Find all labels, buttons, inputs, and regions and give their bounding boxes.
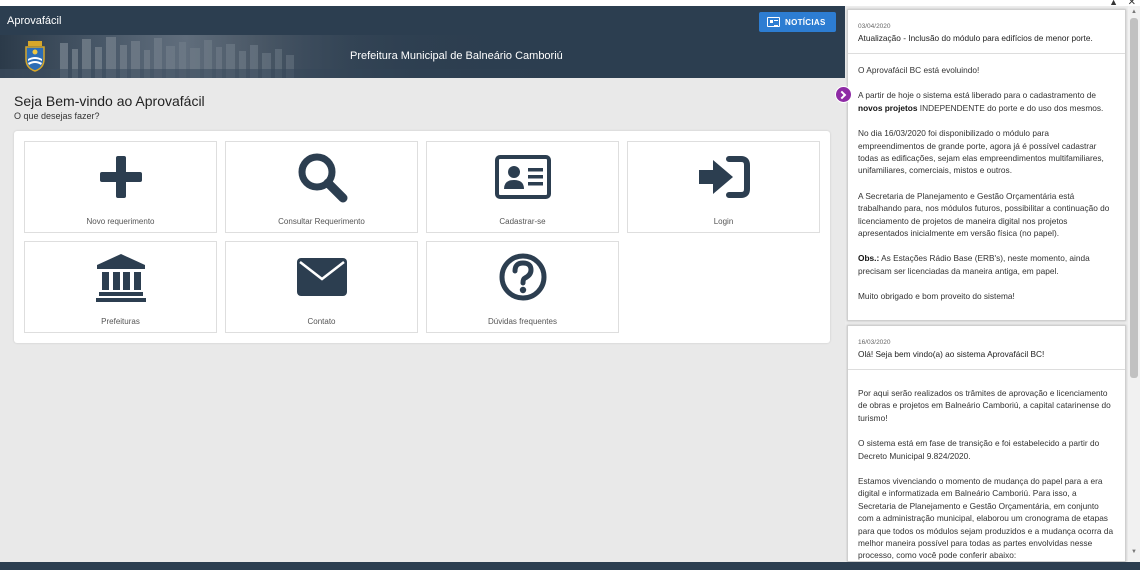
news-body: O Aprovafácil BC está evoluindo! A parti… [848,54,1125,303]
news-paragraph: Por aqui serão realizados os trâmites de… [858,388,1111,423]
news-paragraph: No dia 16/03/2020 foi disponibilizado o … [858,128,1104,176]
news-paragraph: A Secretaria de Planejamento e Gestão Or… [858,190,1110,239]
news-card: 16/03/2020 Olá! Seja bem vindo(a) ao sis… [847,325,1126,562]
tile-label: Login [713,217,734,226]
bank-icon [95,254,146,302]
news-paragraph: Obs.: As Estações Rádio Base (ERB's), ne… [858,253,1090,276]
newspaper-icon [767,17,780,27]
scrollbar-thumb[interactable] [1130,18,1138,378]
question-icon [499,253,546,301]
tile-label: Cadastrar-se [499,217,546,226]
news-paragraph: O Aprovafácil BC está evoluindo! [858,65,980,75]
id-card-icon [494,155,551,199]
scroll-up-icon[interactable]: ▲ [1131,9,1137,15]
scroll-down-icon[interactable]: ▼ [1131,549,1137,555]
tile-label: Dúvidas frequentes [488,317,557,326]
news-paragraph: O sistema está em fase de transição e fo… [858,438,1100,461]
welcome-subtitle: O que desejas fazer? [14,111,100,121]
tile-cadastrar-se[interactable]: Cadastrar-se [426,141,619,233]
news-button-label: NOTÍCIAS [785,17,826,27]
tile-prefeituras[interactable]: Prefeituras [24,241,217,333]
news-headline: Olá! Seja bem vindo(a) ao sistema Aprova… [858,349,1045,359]
plus-icon [99,156,142,198]
app-title: Aprovafácil [7,15,62,27]
news-headline: Atualização - Inclusão do módulo para ed… [858,33,1093,43]
tile-consultar-requerimento[interactable]: Consultar Requerimento [225,141,418,233]
news-bold-text: Obs.: [858,253,880,264]
app-header: Aprovafácil NOTÍCIAS [0,6,845,35]
news-paragraph: A partir de hoje o sistema está liberado… [858,90,1104,113]
city-crest-icon [25,41,45,72]
tile-login[interactable]: Login [627,141,820,233]
news-paragraph: Muito obrigado e bom proveito do sistema… [858,291,1015,302]
news-date: 16/03/2020 [858,339,891,346]
news-card-header: 03/04/2020 Atualização - Inclusão do mód… [848,10,1125,54]
sign-in-icon [698,156,750,198]
news-body: Por aqui serão realizados os trâmites de… [848,370,1125,561]
tile-label: Contato [307,317,336,326]
news-card: 03/04/2020 Atualização - Inclusão do mód… [847,9,1126,321]
expand-sidebar-button[interactable] [835,86,852,103]
actions-panel: Novo requerimento Consultar Requerimento… [14,131,830,343]
tile-novo-requerimento[interactable]: Novo requerimento [24,141,217,233]
welcome-title: Seja Bem-vindo ao Aprovafácil [14,93,205,109]
news-date: 03/04/2020 [858,23,891,30]
bottom-status-bar [0,562,1140,570]
news-bold-text: novos projetos [858,102,918,113]
banner-title: Prefeitura Municipal de Balneário Cambor… [350,50,563,62]
city-banner: Prefeitura Municipal de Balneário Cambor… [0,35,845,78]
tile-duvidas-frequentes[interactable]: Dúvidas frequentes [426,241,619,333]
news-button[interactable]: NOTÍCIAS [759,12,836,32]
tile-label: Consultar Requerimento [278,217,365,226]
envelope-icon [296,258,347,296]
tile-label: Prefeituras [101,317,140,326]
search-icon [298,153,347,203]
news-card-header: 16/03/2020 Olá! Seja bem vindo(a) ao sis… [848,326,1125,370]
tile-contato[interactable]: Contato [225,241,418,333]
tile-label: Novo requerimento [86,217,155,226]
news-paragraph: Estamos vivenciando o momento de mudança… [858,476,1114,561]
